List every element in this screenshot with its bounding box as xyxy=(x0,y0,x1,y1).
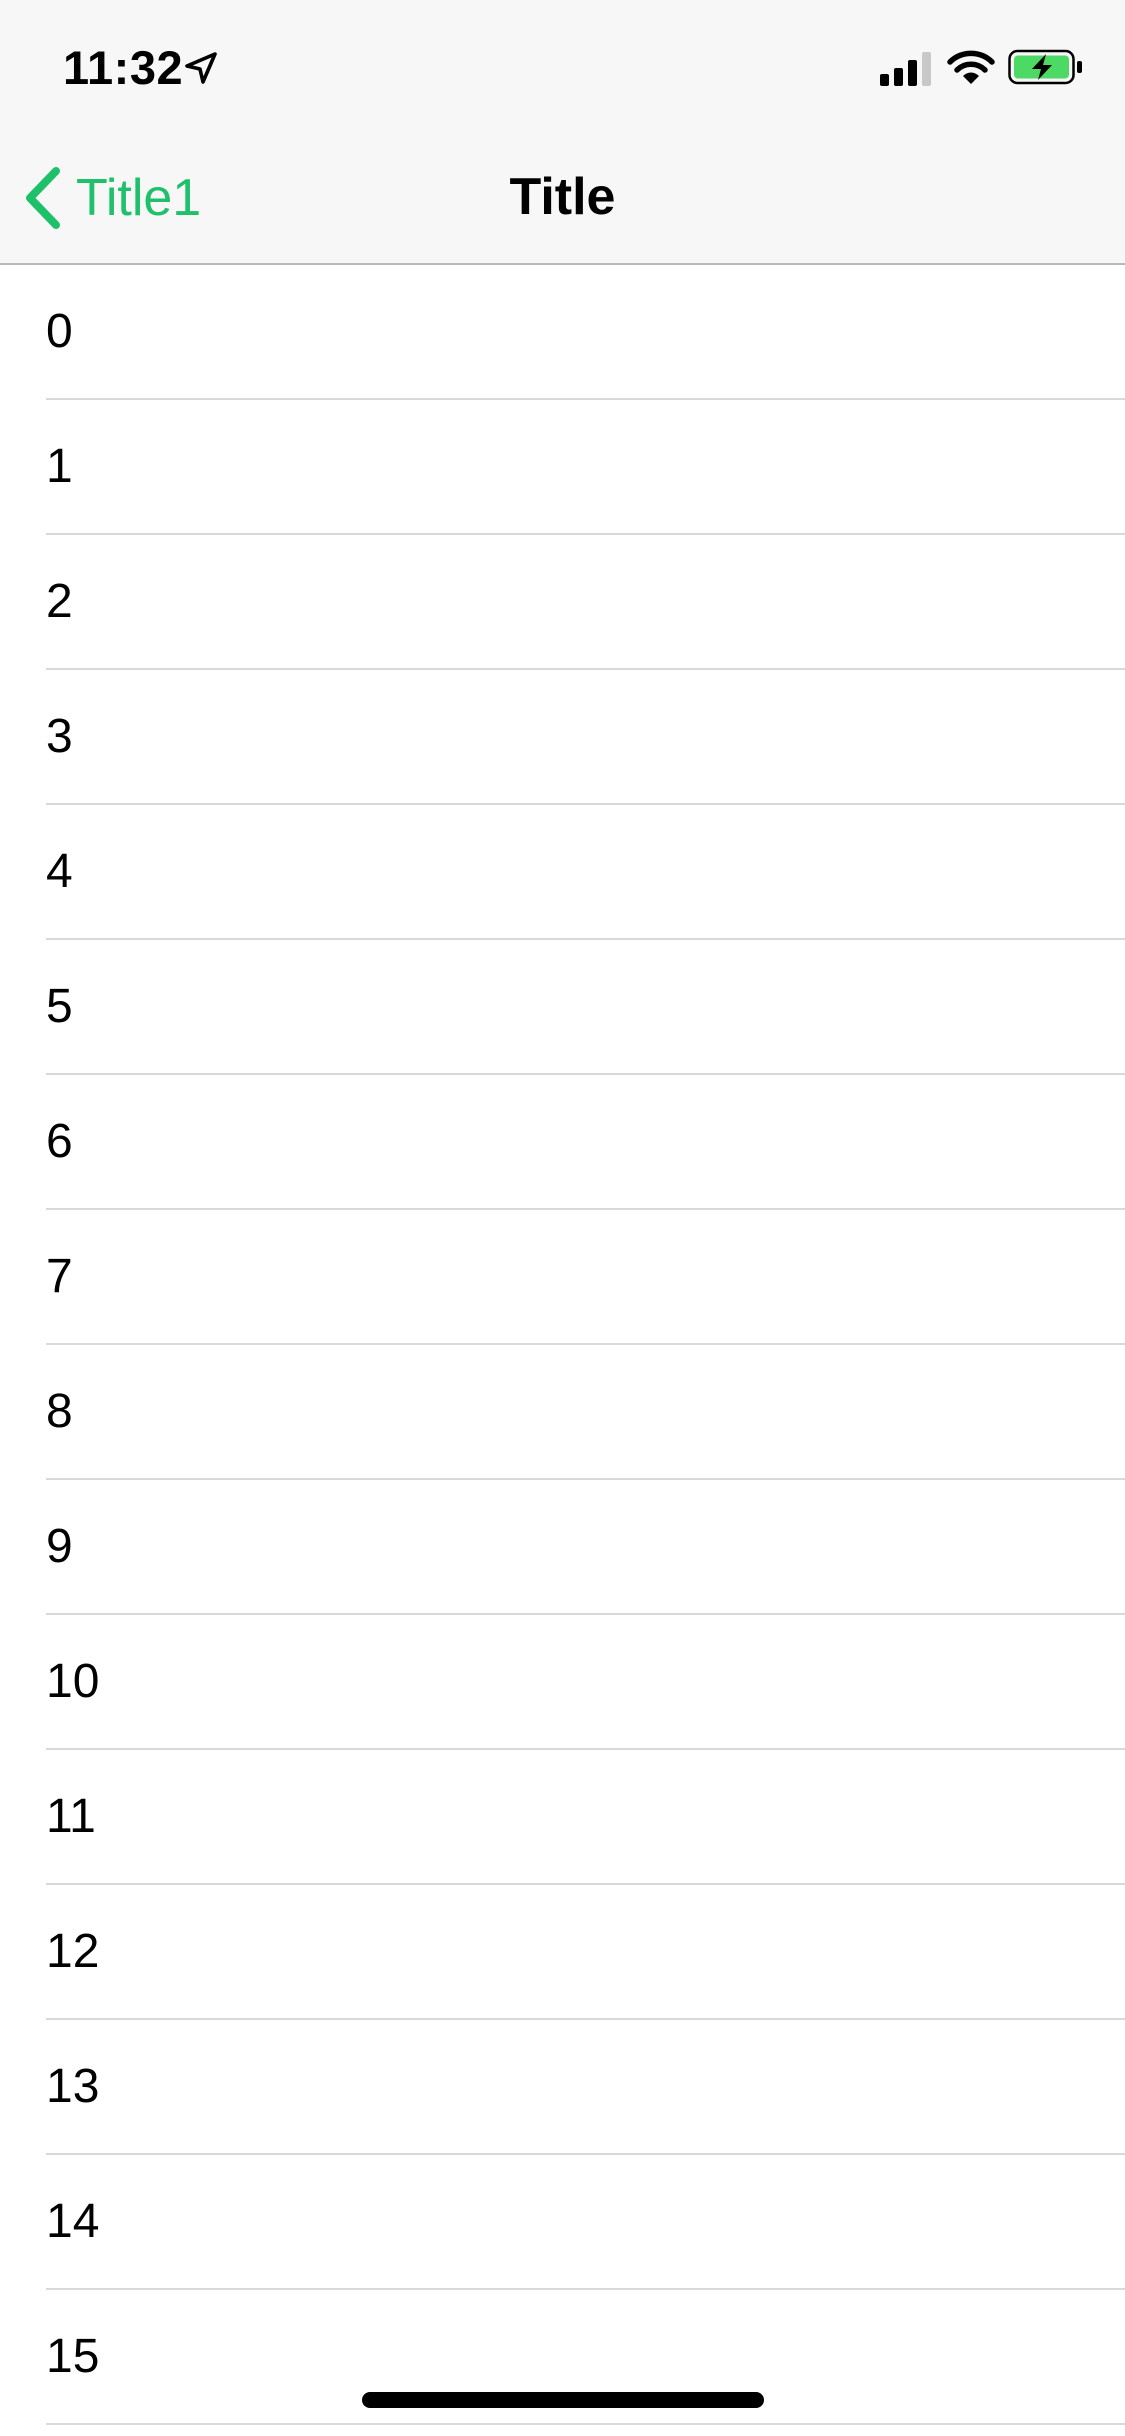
list-item[interactable]: 9 xyxy=(0,1480,1125,1615)
list-item-label: 12 xyxy=(46,1925,100,1978)
list-item[interactable]: 8 xyxy=(0,1345,1125,1480)
list-item-label: 11 xyxy=(46,1790,96,1843)
location-arrow-icon xyxy=(185,52,217,84)
row-separator xyxy=(46,2423,1125,2425)
list-item[interactable]: 14 xyxy=(0,2155,1125,2290)
wifi-icon xyxy=(947,50,995,84)
list-item-label: 2 xyxy=(46,575,73,628)
status-bar: 11:32 xyxy=(0,0,1125,132)
list-item[interactable]: 7 xyxy=(0,1210,1125,1345)
list-item[interactable]: 11 xyxy=(0,1750,1125,1885)
list-item-label: 5 xyxy=(46,980,73,1033)
list-item[interactable]: 13 xyxy=(0,2020,1125,2155)
list-item-label: 1 xyxy=(46,440,73,493)
list-item-label: 9 xyxy=(46,1520,73,1573)
list-item[interactable]: 6 xyxy=(0,1075,1125,1210)
list-item[interactable]: 5 xyxy=(0,940,1125,1075)
list-item-label: 4 xyxy=(46,845,73,898)
list-item-label: 14 xyxy=(46,2195,100,2248)
battery-charging-icon xyxy=(1008,49,1082,85)
list-item-label: 13 xyxy=(46,2060,100,2113)
list-item-label: 7 xyxy=(46,1250,73,1303)
list-item[interactable]: 12 xyxy=(0,1885,1125,2020)
list-item[interactable]: 0 xyxy=(0,265,1125,400)
list-item-label: 10 xyxy=(46,1655,100,1708)
list-item[interactable]: 3 xyxy=(0,670,1125,805)
list-item-label: 15 xyxy=(46,2330,100,2383)
home-indicator[interactable] xyxy=(362,2392,764,2408)
navigation-bar: Title1 Title xyxy=(0,132,1125,265)
list-item[interactable]: 1 xyxy=(0,400,1125,535)
list-item[interactable]: 10 xyxy=(0,1615,1125,1750)
list-item-label: 8 xyxy=(46,1385,73,1438)
list-item-label: 0 xyxy=(46,305,73,358)
list-item-label: 3 xyxy=(46,710,73,763)
page-title: Title xyxy=(509,168,616,226)
list-item[interactable]: 2 xyxy=(0,535,1125,670)
status-time: 11:32 xyxy=(63,41,184,94)
cellular-signal-icon xyxy=(880,52,931,86)
list-item[interactable]: 4 xyxy=(0,805,1125,940)
table-list: 0 1 2 3 4 5 6 7 8 9 10 11 12 13 14 15 xyxy=(0,265,1125,2425)
list-item-label: 6 xyxy=(46,1115,73,1168)
